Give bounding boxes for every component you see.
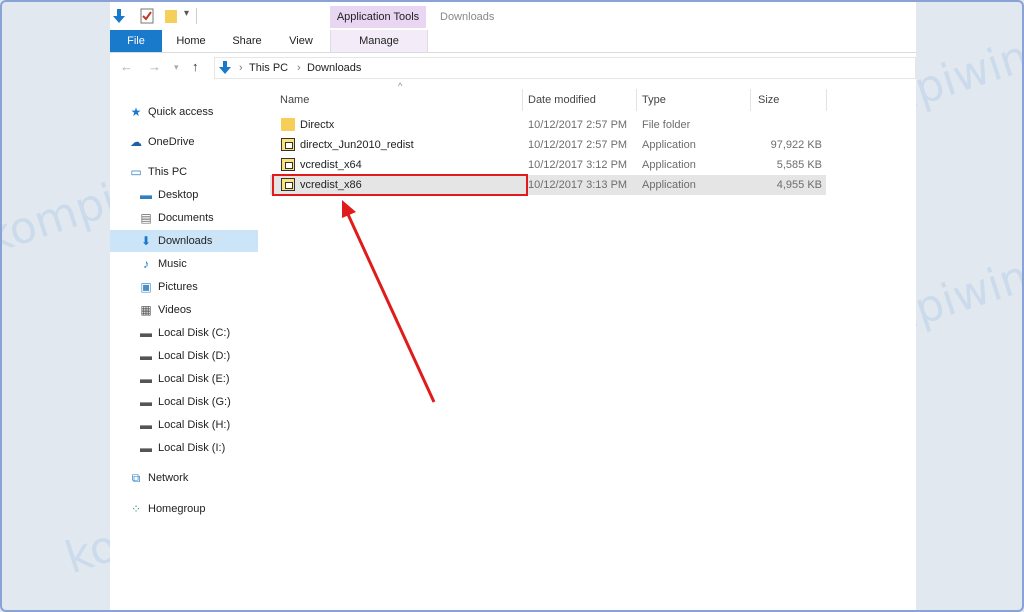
annotation-arrow <box>342 200 436 403</box>
explorer-window: ▾ Application Tools Downloads File Home … <box>110 2 916 610</box>
screenshot-frame: kompiwin kompiwin kompiwin kompiwin ▾ Ap… <box>0 0 1024 612</box>
